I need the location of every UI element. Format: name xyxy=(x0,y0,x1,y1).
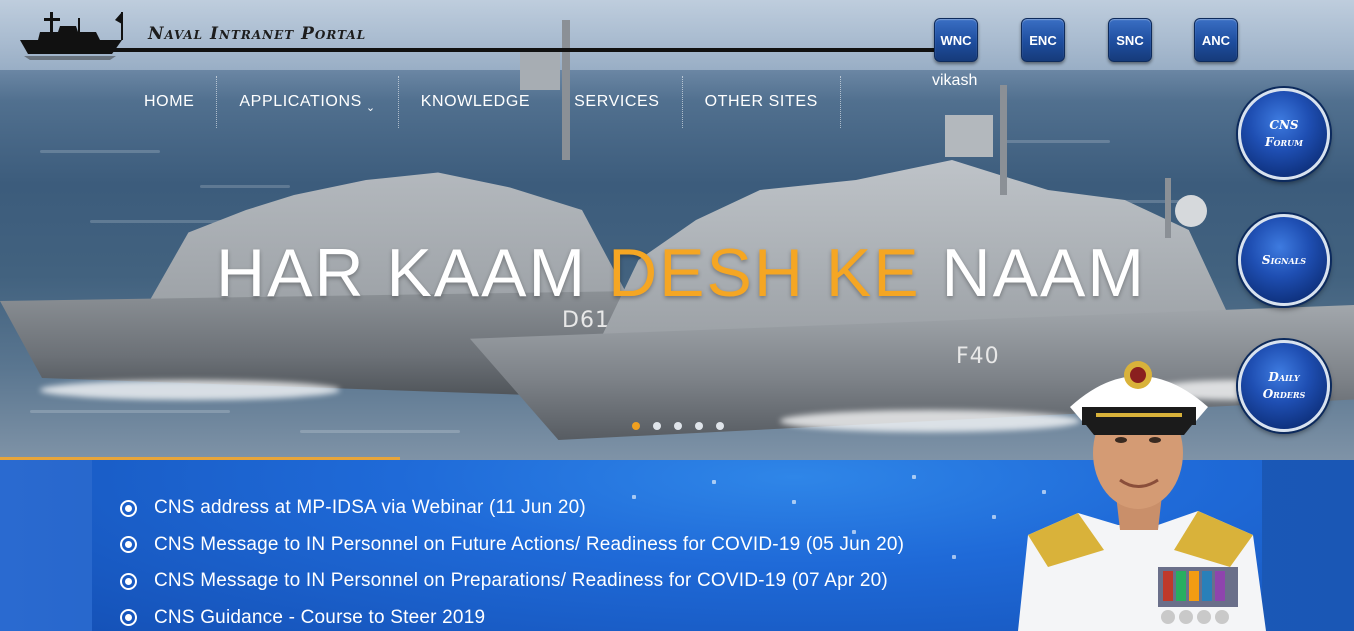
nav-services-label: SERVICES xyxy=(574,93,660,110)
wave xyxy=(30,410,230,413)
header-rule xyxy=(110,48,940,52)
slogan-part-2: DESH KE xyxy=(608,235,921,311)
carousel-dots xyxy=(632,422,724,430)
nav-home-label: HOME xyxy=(144,93,195,110)
wnc-button[interactable]: WNC xyxy=(934,18,978,62)
news-link[interactable]: CNS Message to IN Personnel on Future Ac… xyxy=(154,534,904,556)
nav-other-sites[interactable]: OTHER SITES xyxy=(683,76,841,128)
confetti xyxy=(912,475,916,479)
news-item[interactable]: CNS address at MP-IDSA via Webinar (11 J… xyxy=(120,490,904,527)
wave xyxy=(300,430,460,433)
chevron-down-icon: ⌄ xyxy=(365,101,376,114)
navy-ship-logo-icon xyxy=(20,12,123,60)
ship-mast xyxy=(1000,85,1007,195)
radio-bullet-icon xyxy=(120,572,137,590)
anc-button[interactable]: ANC xyxy=(1194,18,1238,62)
slogan-part-1: HAR KAAM xyxy=(216,235,609,311)
snc-button[interactable]: SNC xyxy=(1108,18,1152,62)
signals-button[interactable]: Signals xyxy=(1238,214,1330,306)
main-nav: HOME APPLICATIONS ⌄ KNOWLEDGE SERVICES O… xyxy=(122,76,841,128)
enc-button[interactable]: ENC xyxy=(1021,18,1065,62)
nav-services[interactable]: SERVICES xyxy=(552,76,683,128)
radio-bullet-icon xyxy=(120,609,137,627)
slogan-part-3: NAAM xyxy=(920,235,1146,311)
news-link[interactable]: CNS Message to IN Personnel on Preparati… xyxy=(154,570,888,592)
carousel-dot[interactable] xyxy=(632,422,640,430)
radio-bullet-icon xyxy=(120,536,137,554)
wave xyxy=(40,150,160,153)
confetti xyxy=(712,480,716,484)
nav-other-sites-label: OTHER SITES xyxy=(704,93,818,110)
news-item[interactable]: CNS Guidance - Course to Steer 2019 xyxy=(120,600,904,631)
radar xyxy=(945,115,993,157)
carousel-dot[interactable] xyxy=(653,422,661,430)
nav-applications[interactable]: APPLICATIONS ⌄ xyxy=(217,76,399,128)
hero-slogan: HAR KAAM DESH KE NAAM xyxy=(216,234,1146,312)
wave xyxy=(90,220,230,223)
wave xyxy=(1000,140,1110,143)
carousel-dot[interactable] xyxy=(674,422,682,430)
wave xyxy=(200,185,290,188)
radome xyxy=(1175,195,1207,227)
radio-bullet-icon xyxy=(120,499,137,517)
ship-mast xyxy=(1165,178,1171,238)
confetti xyxy=(952,555,956,559)
nav-home[interactable]: HOME xyxy=(122,76,218,128)
hull-number: F40 xyxy=(956,344,1000,369)
confetti xyxy=(992,515,996,519)
carousel-dot[interactable] xyxy=(716,422,724,430)
portal-title: Naval Intranet Portal xyxy=(148,24,367,44)
news-link[interactable]: CNS Guidance - Course to Steer 2019 xyxy=(154,607,485,629)
username: vikash xyxy=(932,72,978,89)
news-item[interactable]: CNS Message to IN Personnel on Future Ac… xyxy=(120,527,904,564)
news-list: CNS address at MP-IDSA via Webinar (11 J… xyxy=(120,490,904,631)
nav-knowledge-label: KNOWLEDGE xyxy=(420,93,531,110)
cns-forum-button[interactable]: CNS Forum xyxy=(1238,88,1330,180)
news-link[interactable]: CNS address at MP-IDSA via Webinar (11 J… xyxy=(154,497,586,519)
admiral-portrait xyxy=(1018,361,1266,631)
news-item[interactable]: CNS Message to IN Personnel on Preparati… xyxy=(120,563,904,600)
nav-applications-label: APPLICATIONS xyxy=(239,93,362,110)
foam xyxy=(40,380,340,400)
carousel-dot[interactable] xyxy=(695,422,703,430)
nav-knowledge[interactable]: KNOWLEDGE xyxy=(399,76,552,128)
